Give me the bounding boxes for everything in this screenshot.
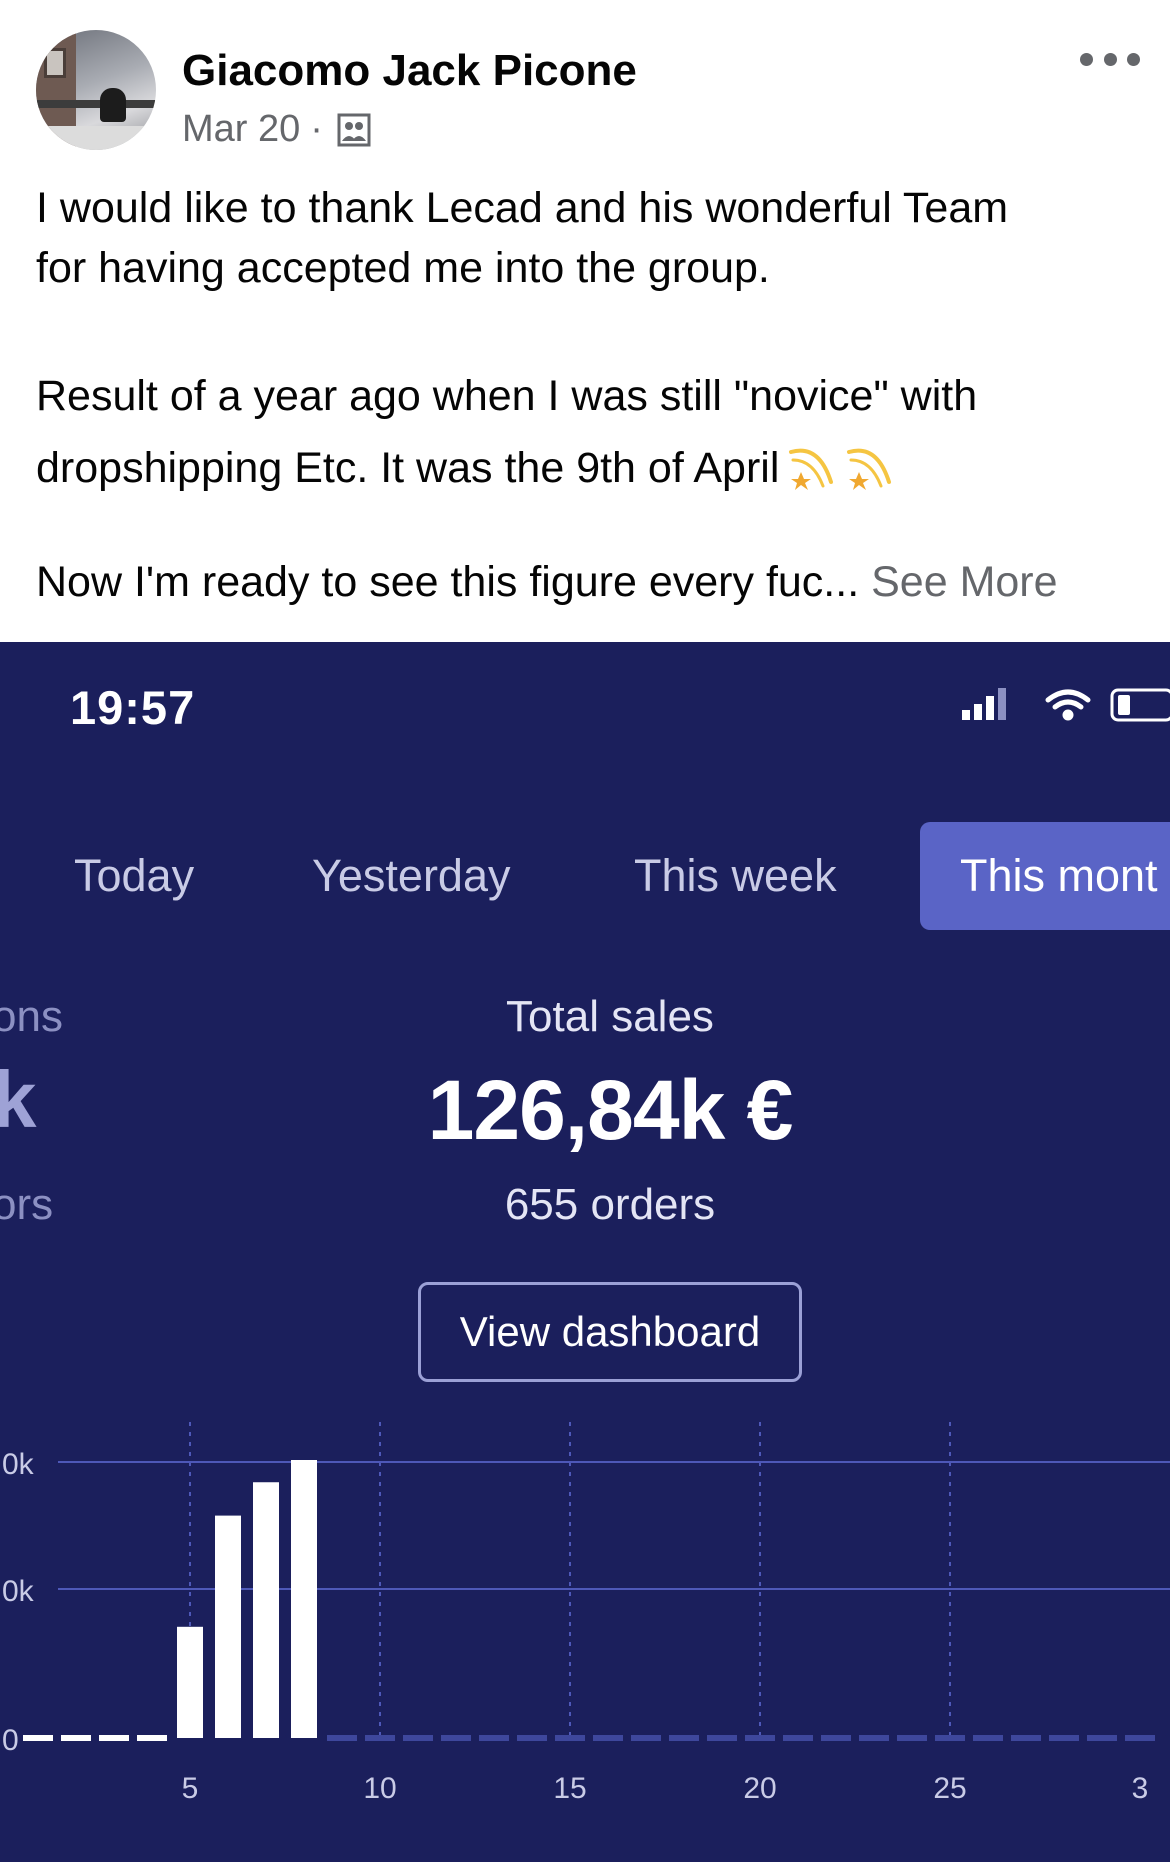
chart-bar-zero bbox=[403, 1735, 433, 1741]
post-date[interactable]: Mar 20 bbox=[182, 108, 300, 151]
chart-bar-zero bbox=[1087, 1735, 1117, 1741]
see-more-link[interactable]: See More bbox=[871, 558, 1057, 606]
battery-icon bbox=[1110, 688, 1170, 722]
more-options-icon[interactable] bbox=[1080, 44, 1140, 74]
dizzy-star-emoji bbox=[847, 448, 892, 490]
chart-bar-zero bbox=[935, 1735, 965, 1741]
y-tick-label: 0k bbox=[2, 1575, 35, 1608]
chart-bar bbox=[215, 1515, 241, 1738]
status-bar-icons bbox=[962, 688, 1170, 722]
meta-separator: · bbox=[310, 108, 323, 150]
post-text-line: Result of a year ago when I was still "n… bbox=[36, 372, 978, 420]
chart-bar-zero bbox=[745, 1735, 775, 1741]
post-text-line: for having accepted me into the group. bbox=[36, 244, 770, 292]
post-paragraph-3: Now I'm ready to see this figure every f… bbox=[36, 552, 1146, 612]
chart-bar-zero bbox=[137, 1735, 167, 1741]
facebook-post: Giacomo Jack Picone Mar 20 · I would lik… bbox=[0, 0, 1170, 1862]
post-text-line: Now I'm ready to see this figure every f… bbox=[36, 558, 860, 606]
chart-bar-zero bbox=[555, 1735, 585, 1741]
chart-bar-zero bbox=[631, 1735, 661, 1741]
status-time: 19:57 bbox=[70, 681, 196, 734]
chart-bar-zero bbox=[707, 1735, 737, 1741]
tab-yesterday[interactable]: Yesterday bbox=[312, 822, 510, 930]
total-sales-value: 126,84k € bbox=[427, 1063, 794, 1157]
group-members-icon bbox=[337, 113, 371, 146]
chart-bar-zero bbox=[441, 1735, 471, 1741]
post-image-sales-screenshot[interactable]: 19:57 Today Yesterday This week This mon… bbox=[0, 642, 1170, 1862]
chart-bar-zero bbox=[897, 1735, 927, 1741]
orders-count: 655 orders bbox=[504, 1180, 716, 1229]
dizzy-star-emoji bbox=[789, 448, 834, 490]
x-tick-label: 5 bbox=[182, 1772, 199, 1805]
chart-bar-zero bbox=[23, 1735, 53, 1741]
chart-bar bbox=[253, 1482, 279, 1738]
tab-this-week[interactable]: This week bbox=[634, 822, 837, 930]
chart-bar-zero bbox=[783, 1735, 813, 1741]
post-text-line: dropshipping Etc. It was the 9th of Apri… bbox=[36, 432, 1146, 504]
chart-bar-zero bbox=[517, 1735, 547, 1741]
tab-today[interactable]: Today bbox=[74, 822, 194, 930]
signal-icon bbox=[962, 688, 1006, 720]
x-tick-label: 10 bbox=[363, 1772, 396, 1805]
x-tick-label: 25 bbox=[933, 1772, 966, 1805]
chart-bar bbox=[291, 1460, 317, 1738]
chart-bar-zero bbox=[669, 1735, 699, 1741]
chart-bar bbox=[177, 1626, 203, 1738]
chart-bar-zero bbox=[859, 1735, 889, 1741]
chart-bar-zero bbox=[821, 1735, 851, 1741]
chart-bar-zero bbox=[99, 1735, 129, 1741]
author-avatar[interactable] bbox=[36, 30, 156, 150]
x-tick-label: 20 bbox=[743, 1772, 776, 1805]
author-name[interactable]: Giacomo Jack Picone bbox=[182, 46, 637, 96]
wifi-icon bbox=[1045, 689, 1091, 721]
tab-this-month[interactable]: This mont bbox=[920, 822, 1170, 930]
chart-bar-zero bbox=[973, 1735, 1003, 1741]
post-paragraph-1: I would like to thank Lecad and his wond… bbox=[36, 178, 1146, 298]
y-tick-label: 0 bbox=[2, 1724, 19, 1757]
chart-bar-zero bbox=[593, 1735, 623, 1741]
chart-bar-zero bbox=[327, 1735, 357, 1741]
chart-bar-zero bbox=[1011, 1735, 1041, 1741]
sales-bar-chart: 0 0k 0k 5 10 15 20 25 3 bbox=[2, 1422, 1170, 1805]
post-text-line: I would like to thank Lecad and his wond… bbox=[36, 184, 1009, 232]
view-dashboard-button[interactable]: View dashboard bbox=[418, 1282, 802, 1382]
x-tick-label: 3 bbox=[1132, 1772, 1149, 1805]
chart-bar-zero bbox=[61, 1735, 91, 1741]
chart-bar-zero bbox=[1049, 1735, 1079, 1741]
y-tick-label: 0k bbox=[2, 1448, 35, 1481]
chart-bar-zero bbox=[479, 1735, 509, 1741]
post-paragraph-2: Result of a year ago when I was still "n… bbox=[36, 360, 1146, 504]
chart-bar-zero bbox=[1125, 1735, 1155, 1741]
chart-bar-zero bbox=[365, 1735, 395, 1741]
post-meta: Mar 20 · bbox=[182, 108, 371, 151]
x-tick-label: 15 bbox=[553, 1772, 586, 1805]
total-sales-label: Total sales bbox=[506, 992, 714, 1041]
